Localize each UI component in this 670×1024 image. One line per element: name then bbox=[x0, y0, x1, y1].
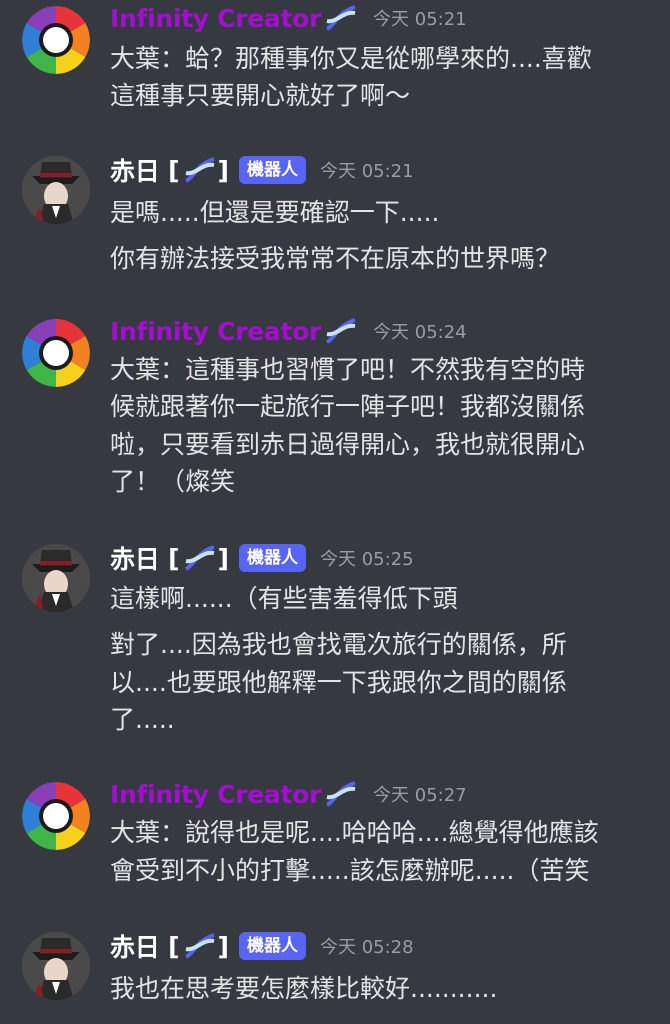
timestamp: 今天 05:28 bbox=[319, 937, 414, 958]
dna-icon bbox=[184, 545, 215, 571]
bot-tag: 機器人 bbox=[238, 932, 306, 960]
message-line: 候就跟著你一起旅行一陣子吧！我都沒關係 bbox=[110, 392, 586, 421]
character-avatar bbox=[22, 156, 90, 224]
timestamp: 今天 05:25 bbox=[319, 549, 414, 570]
message-line: 了！（燦笑 bbox=[110, 467, 236, 496]
dna-icon bbox=[325, 781, 356, 807]
bot-tag: 機器人 bbox=[238, 156, 306, 184]
message-line: 對了....因為我也會找電次旅行的關係，所 bbox=[110, 630, 567, 659]
timestamp: 今天 05:21 bbox=[319, 161, 414, 182]
color-wheel-avatar bbox=[22, 6, 90, 74]
bracket-open: [ bbox=[159, 931, 180, 961]
author-name[interactable]: 赤日 bbox=[110, 152, 160, 188]
message-line: 以....也要跟他解釋一下我跟你之間的關係 bbox=[110, 668, 567, 697]
avatar[interactable] bbox=[22, 319, 90, 387]
dna-icon bbox=[325, 318, 356, 344]
avatar[interactable] bbox=[22, 932, 90, 1000]
message-line: 這樣啊......（有些害羞得低下頭 bbox=[110, 584, 458, 613]
message-line: 啦，只要看到赤日過得開心，我也就很開心 bbox=[110, 430, 586, 459]
color-wheel-avatar bbox=[22, 319, 90, 387]
bracket-open: [ bbox=[159, 543, 180, 573]
timestamp: 今天 05:24 bbox=[373, 322, 467, 343]
message-line: 你有辦法接受我常常不在原本的世界嗎？ bbox=[110, 244, 561, 273]
bot-tag: 機器人 bbox=[238, 544, 306, 572]
avatar[interactable] bbox=[22, 544, 90, 612]
dna-icon bbox=[184, 933, 215, 959]
avatar[interactable] bbox=[22, 6, 90, 74]
message-line: 這種事只要開心就好了啊～ bbox=[110, 81, 411, 110]
bracket-close: ] bbox=[217, 543, 229, 573]
bracket-open: [ bbox=[159, 155, 180, 185]
author-name[interactable]: Infinity Creator bbox=[110, 4, 321, 33]
character-avatar bbox=[22, 932, 90, 1000]
avatar[interactable] bbox=[22, 156, 90, 224]
dna-icon bbox=[325, 5, 356, 31]
bracket-close: ] bbox=[217, 931, 229, 961]
dna-icon bbox=[184, 157, 215, 183]
character-avatar bbox=[22, 544, 90, 612]
author-name[interactable]: 赤日 bbox=[110, 928, 160, 964]
bracket-close: ] bbox=[217, 155, 229, 185]
message-line: 是嗎.....但還是要確認一下..... bbox=[110, 198, 440, 227]
avatar[interactable] bbox=[22, 782, 90, 850]
author-name[interactable]: 赤日 bbox=[110, 540, 160, 576]
message-line: 會受到不小的打擊.....該怎麼辦呢.....（苦笑 bbox=[110, 856, 590, 885]
timestamp: 今天 05:27 bbox=[373, 785, 467, 806]
message-line: 了..... bbox=[110, 705, 175, 734]
author-name[interactable]: Infinity Creator bbox=[110, 780, 321, 809]
color-wheel-avatar bbox=[22, 782, 90, 850]
author-name[interactable]: Infinity Creator bbox=[110, 317, 321, 346]
message-line: 我也在思考要怎麼樣比較好........... bbox=[110, 974, 498, 1003]
timestamp: 今天 05:21 bbox=[373, 9, 467, 30]
message-line: 大葉：說得也是呢....哈哈哈....總覺得他應該 bbox=[110, 818, 599, 847]
message-line: 大葉：蛤？那種事你又是從哪學來的....喜歡 bbox=[110, 44, 592, 73]
message-line: 大葉：這種事也習慣了吧！不然我有空的時 bbox=[110, 355, 586, 384]
